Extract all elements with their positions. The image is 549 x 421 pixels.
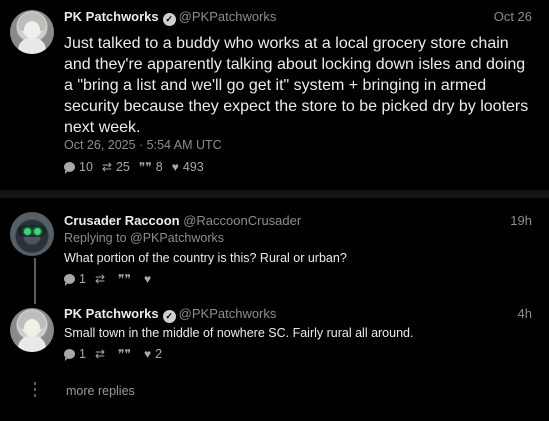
repost-icon: ⇄ <box>94 347 106 361</box>
quote-button[interactable]: ❞❞ 8 <box>139 160 163 174</box>
repost-button[interactable]: ⇄ 25 <box>102 160 130 174</box>
quote-button[interactable]: ❞❞ <box>118 347 135 361</box>
like-count: 2 <box>155 347 163 361</box>
repost-button[interactable]: ⇄ <box>95 272 109 286</box>
post-text: Just talked to a buddy who works at a lo… <box>64 35 529 136</box>
repost-count: 25 <box>115 160 130 174</box>
main-post[interactable]: PK Patchworks ✓ @PKPatchworks Oct 26 Just … <box>0 0 549 185</box>
post-actions: 1 ⇄ ❞❞ ♥ 2 <box>64 347 171 361</box>
reply-button[interactable]: 1 <box>64 347 86 361</box>
verified-icon: ✓ <box>162 310 176 323</box>
quote-button[interactable]: ❞❞ <box>118 272 135 286</box>
reply-count: 10 <box>79 160 93 174</box>
more-replies-link[interactable]: more replies <box>66 384 135 398</box>
reply-bubble-icon <box>64 349 75 361</box>
divider <box>0 190 549 198</box>
author-name[interactable]: Crusader Raccoon <box>64 213 180 228</box>
thread-line <box>34 258 36 304</box>
reply-post[interactable]: PK Patchworks ✓ @PKPatchworks 4h Small tow… <box>0 300 549 375</box>
author-handle[interactable]: @PKPatchworks <box>179 306 277 321</box>
reply-count: 1 <box>79 272 86 286</box>
replying-to[interactable]: Replying to @PKPatchworks <box>64 231 224 245</box>
quote-count: 8 <box>155 160 163 174</box>
post-header: PK Patchworks ✓ @PKPatchworks <box>64 9 276 26</box>
like-button[interactable]: ♥ 493 <box>172 160 204 174</box>
verified-icon: ✓ <box>162 13 176 26</box>
post-time[interactable]: 19h <box>510 213 532 228</box>
reply-count: 1 <box>79 347 86 361</box>
post-header: PK Patchworks ✓ @PKPatchworks <box>64 306 276 323</box>
like-button[interactable]: ♥ <box>144 272 155 286</box>
post-actions: 10 ⇄ 25 ❞❞ 8 ♥ 493 <box>64 160 213 174</box>
post-actions: 1 ⇄ ❞❞ ♥ <box>64 272 164 286</box>
avatar[interactable] <box>10 308 54 352</box>
quote-icon: ❞❞ <box>138 160 152 174</box>
post-time[interactable]: 4h <box>518 306 532 321</box>
post-text: What portion of the country is this? Rur… <box>64 251 347 265</box>
avatar[interactable] <box>10 212 54 256</box>
like-count: 493 <box>182 160 204 174</box>
reply-post[interactable]: Crusader Raccoon @RaccoonCrusader 19h Re… <box>0 205 549 295</box>
post-time[interactable]: Oct 26 <box>494 9 532 24</box>
author-handle[interactable]: @PKPatchworks <box>179 9 277 24</box>
avatar[interactable] <box>10 10 54 54</box>
post-text: Small town in the middle of nowhere SC. … <box>64 326 414 340</box>
post-header: Crusader Raccoon @RaccoonCrusader <box>64 213 301 228</box>
post-timestamp[interactable]: Oct 26, 2025 · 5:54 AM UTC <box>64 138 222 152</box>
thread-continuation <box>34 382 36 400</box>
heart-icon: ♥ <box>143 347 152 361</box>
like-button[interactable]: ♥ 2 <box>144 347 162 361</box>
author-name[interactable]: PK Patchworks <box>64 306 159 321</box>
repost-icon: ⇄ <box>94 272 106 286</box>
heart-icon: ♥ <box>143 272 152 286</box>
author-name[interactable]: PK Patchworks <box>64 9 159 24</box>
repost-button[interactable]: ⇄ <box>95 347 109 361</box>
quote-icon: ❞❞ <box>118 272 131 286</box>
reply-bubble-icon <box>64 162 75 174</box>
reply-button[interactable]: 10 <box>64 160 93 174</box>
reply-button[interactable]: 1 <box>64 272 86 286</box>
author-handle[interactable]: @RaccoonCrusader <box>183 213 301 228</box>
quote-icon: ❞❞ <box>118 347 131 361</box>
repost-icon: ⇄ <box>101 160 112 174</box>
reply-bubble-icon <box>64 274 75 286</box>
heart-icon: ♥ <box>171 160 179 174</box>
